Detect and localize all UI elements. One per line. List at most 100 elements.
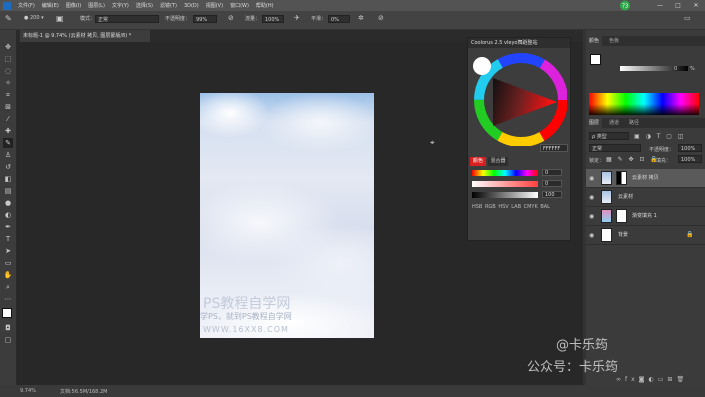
current-color-swatch[interactable]: [473, 57, 491, 75]
mask-icon[interactable]: ◙: [639, 376, 649, 383]
foreground-color-swatch[interactable]: [2, 308, 12, 318]
user-avatar[interactable]: 73: [618, 0, 632, 11]
visibility-eye-icon[interactable]: ◉: [589, 232, 594, 239]
color-mode-tabs[interactable]: HSB RGB HSV LAB CMYK BAL: [472, 204, 550, 210]
layer-actions-bar: ∞fx◙◐▭⊞🗑: [616, 376, 688, 383]
menu-image[interactable]: 图像(I): [66, 2, 81, 9]
close-icon[interactable]: ✕: [687, 0, 705, 11]
document-tab[interactable]: 未标题-1 @ 9.74% (云素材 拷贝, 图层蒙版/8) *: [20, 30, 150, 42]
crop-tool-icon[interactable]: ⌗: [3, 90, 13, 100]
layer-opacity-input[interactable]: 100%: [678, 144, 702, 152]
blur-tool-icon[interactable]: ●: [3, 198, 13, 208]
tab-color[interactable]: 颜色: [586, 36, 603, 46]
picker-tab-color[interactable]: 颜色: [470, 157, 486, 166]
menu-window[interactable]: 窗口(W): [230, 2, 249, 9]
flow-input[interactable]: 100%: [262, 15, 284, 23]
hue-value[interactable]: 0: [542, 169, 562, 176]
visibility-eye-icon[interactable]: ◉: [589, 194, 594, 201]
menu-edit[interactable]: 编辑(E): [42, 2, 59, 9]
brush-preset-picker[interactable]: ● 200 ▾: [24, 15, 44, 21]
menu-type[interactable]: 文字(Y): [112, 2, 129, 9]
quick-select-tool-icon[interactable]: ✧: [3, 78, 13, 88]
smooth-input[interactable]: 0%: [328, 15, 350, 23]
move-tool-icon[interactable]: ✥: [3, 42, 13, 52]
airbrush-icon[interactable]: ✈: [294, 14, 300, 22]
hue-slider[interactable]: [472, 170, 538, 176]
quick-mask-icon[interactable]: ◘: [3, 323, 13, 333]
group-icon[interactable]: ▭: [658, 376, 668, 383]
type-tool-icon[interactable]: T: [3, 234, 13, 244]
panel-foreground-swatch[interactable]: [590, 54, 601, 65]
tab-paths[interactable]: 路径: [626, 118, 642, 128]
trash-icon[interactable]: 🗑: [676, 376, 688, 383]
brush-tool-icon[interactable]: ✎: [5, 14, 12, 23]
brush-tool-icon[interactable]: ✎: [3, 138, 13, 148]
tab-channels[interactable]: 通道: [606, 118, 622, 128]
fx-icon[interactable]: fx: [625, 376, 639, 383]
marquee-tool-icon[interactable]: ⬚: [3, 54, 13, 64]
menu-layer[interactable]: 图层(L): [88, 2, 105, 9]
layer-mask-thumbnail[interactable]: [616, 209, 627, 223]
menu-view[interactable]: 视图(V): [206, 2, 223, 9]
more-tools-icon[interactable]: ⋯: [3, 294, 13, 304]
zoom-tool-icon[interactable]: ⌕: [3, 282, 13, 292]
eraser-tool-icon[interactable]: ◧: [3, 174, 13, 184]
brightness-value[interactable]: 100: [542, 191, 562, 198]
menu-file[interactable]: 文件(F): [18, 2, 35, 9]
dodge-tool-icon[interactable]: ◐: [3, 210, 13, 220]
lasso-tool-icon[interactable]: ◌: [3, 66, 13, 76]
path-select-tool-icon[interactable]: ➤: [3, 246, 13, 256]
maximize-icon[interactable]: □: [669, 0, 687, 11]
adjustment-icon[interactable]: ◐: [649, 376, 658, 383]
color-spectrum[interactable]: [589, 93, 699, 115]
fill-input[interactable]: 100%: [678, 155, 702, 163]
menu-help[interactable]: 帮助(H): [256, 2, 274, 9]
gradient-tool-icon[interactable]: ▤: [3, 186, 13, 196]
zoom-level[interactable]: 9.74%: [20, 388, 36, 394]
stamp-tool-icon[interactable]: ♙: [3, 150, 13, 160]
link-icon[interactable]: ∞: [616, 376, 625, 383]
layer-row[interactable]: ◉ 云素材: [586, 188, 705, 207]
saturation-slider[interactable]: [472, 181, 538, 187]
brightness-ramp[interactable]: [620, 66, 688, 71]
color-wheel[interactable]: [471, 50, 567, 146]
layer-row[interactable]: ◉ 渐变填充 1: [586, 207, 705, 226]
eyedropper-tool-icon[interactable]: ⁄: [3, 114, 13, 124]
pressure-size-icon[interactable]: ⊘: [378, 14, 384, 22]
shape-tool-icon[interactable]: ▭: [3, 258, 13, 268]
minimize-icon[interactable]: —: [651, 0, 669, 11]
pen-tool-icon[interactable]: ✒: [3, 222, 13, 232]
saturation-value[interactable]: 0: [542, 180, 562, 187]
history-brush-tool-icon[interactable]: ↺: [3, 162, 13, 172]
visibility-eye-icon[interactable]: ◉: [589, 175, 594, 182]
hand-tool-icon[interactable]: ✋: [3, 270, 13, 280]
tab-layers[interactable]: 图层: [586, 118, 603, 128]
menu-3d[interactable]: 3D(D): [184, 3, 199, 9]
healing-tool-icon[interactable]: ✚: [3, 126, 13, 136]
picker-tab-mixer[interactable]: 混合器: [488, 157, 508, 166]
frame-tool-icon[interactable]: ⊠: [3, 102, 13, 112]
brush-panel-icon[interactable]: ▣: [56, 14, 64, 23]
saturation-triangle[interactable]: [493, 78, 557, 126]
menu-select[interactable]: 选择(S): [136, 2, 153, 9]
hex-input[interactable]: FFFFFF: [540, 144, 568, 152]
pressure-opacity-icon[interactable]: ⊘: [228, 14, 234, 22]
gear-icon[interactable]: ✲: [358, 14, 364, 22]
opacity-input[interactable]: 99%: [193, 15, 217, 23]
workspace-icon[interactable]: ▭: [684, 14, 691, 22]
tab-swatches[interactable]: 色板: [606, 36, 622, 46]
lock-icons[interactable]: ▦ ✎ ✥ ⊡ 🔒: [606, 156, 660, 163]
mode-select[interactable]: 正常: [95, 15, 159, 23]
layer-filter-select[interactable]: ρ 类型: [589, 132, 629, 140]
visibility-eye-icon[interactable]: ◉: [589, 213, 594, 220]
menu-filter[interactable]: 滤镜(T): [160, 2, 177, 9]
blend-mode-select[interactable]: 正常: [589, 144, 641, 152]
layer-row[interactable]: ◉ 背景 🔒: [586, 226, 705, 245]
layer-mask-thumbnail[interactable]: [616, 171, 627, 185]
layer-filter-icons[interactable]: ▣ ◑ T ▢ ◫: [634, 133, 686, 140]
layer-row[interactable]: ◉ 云素材 拷贝: [586, 169, 705, 188]
ps-logo-icon[interactable]: [3, 1, 11, 10]
document-size[interactable]: 文档:56.5M/168.2M: [60, 388, 107, 395]
screen-mode-icon[interactable]: ▢: [3, 335, 13, 345]
brightness-slider[interactable]: [472, 192, 538, 198]
